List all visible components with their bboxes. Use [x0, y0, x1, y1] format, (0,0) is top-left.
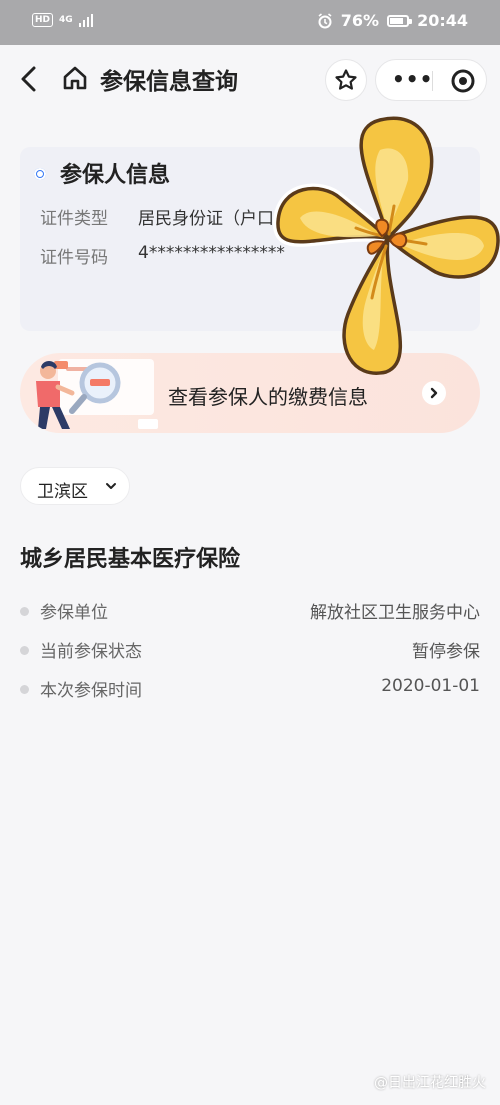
insurance-section-title: 城乡居民基本医疗保险 [20, 547, 241, 572]
section-dot-icon [34, 168, 46, 180]
status-right: 76% 20:44 [317, 11, 468, 30]
page-title: 参保信息查询 [100, 69, 238, 95]
id-number-label: 证件号码 [40, 248, 108, 268]
alarm-icon [318, 12, 332, 28]
clock: 20:44 [417, 11, 468, 30]
district-selector[interactable]: 卫滨区 [20, 467, 130, 505]
info-row-status: 当前参保状态 暂停参保 [20, 637, 480, 663]
bullet-icon [20, 607, 29, 616]
navigation-bar: 参保信息查询 ••• [0, 45, 500, 113]
target-icon[interactable] [450, 68, 476, 94]
star-icon [335, 69, 357, 90]
home-icon[interactable] [62, 65, 88, 91]
capsule-divider [432, 71, 433, 91]
id-type-value: 居民身份证（户口 [138, 209, 274, 229]
card-title: 参保人信息 [60, 163, 171, 188]
info-value: 暂停参保 [412, 642, 480, 662]
district-value: 卫滨区 [37, 482, 88, 502]
signal-icon [78, 13, 93, 27]
info-row-unit: 参保单位 解放社区卫生服务中心 [20, 598, 480, 624]
more-dots-icon[interactable]: ••• [392, 69, 433, 89]
favorite-button[interactable] [325, 59, 367, 101]
id-type-label: 证件类型 [40, 209, 108, 229]
back-chevron-left-icon[interactable] [18, 65, 40, 93]
mini-program-capsule: ••• [375, 59, 487, 101]
network-indicators: HD 4G [32, 13, 93, 27]
info-value: 解放社区卫生服务中心 [310, 603, 480, 623]
info-label: 当前参保状态 [40, 642, 142, 662]
chevron-right-icon [430, 387, 438, 399]
banner-go-button[interactable] [422, 381, 446, 405]
bullet-icon [20, 646, 29, 655]
chevron-down-icon [106, 483, 116, 489]
banner-text: 查看参保人的缴费信息 [168, 385, 368, 409]
battery-icon [387, 14, 413, 27]
id-number-value: 4**************** [138, 243, 285, 263]
info-label: 参保单位 [40, 603, 108, 623]
info-value: 2020-01-01 [381, 676, 480, 696]
hd-icon: HD [32, 13, 54, 27]
watermark: @日出江花红胜火 [374, 1075, 486, 1091]
person-magnifier-illustration [36, 359, 158, 429]
network-type: 4G [59, 15, 73, 25]
status-bar: HD 4G 76% 20:44 [0, 0, 500, 45]
battery-percent: 76% [340, 11, 380, 30]
flower-sticker-icon [273, 116, 500, 375]
bullet-icon [20, 685, 29, 694]
info-label: 本次参保时间 [40, 681, 142, 701]
info-row-date: 本次参保时间 2020-01-01 [20, 676, 480, 702]
